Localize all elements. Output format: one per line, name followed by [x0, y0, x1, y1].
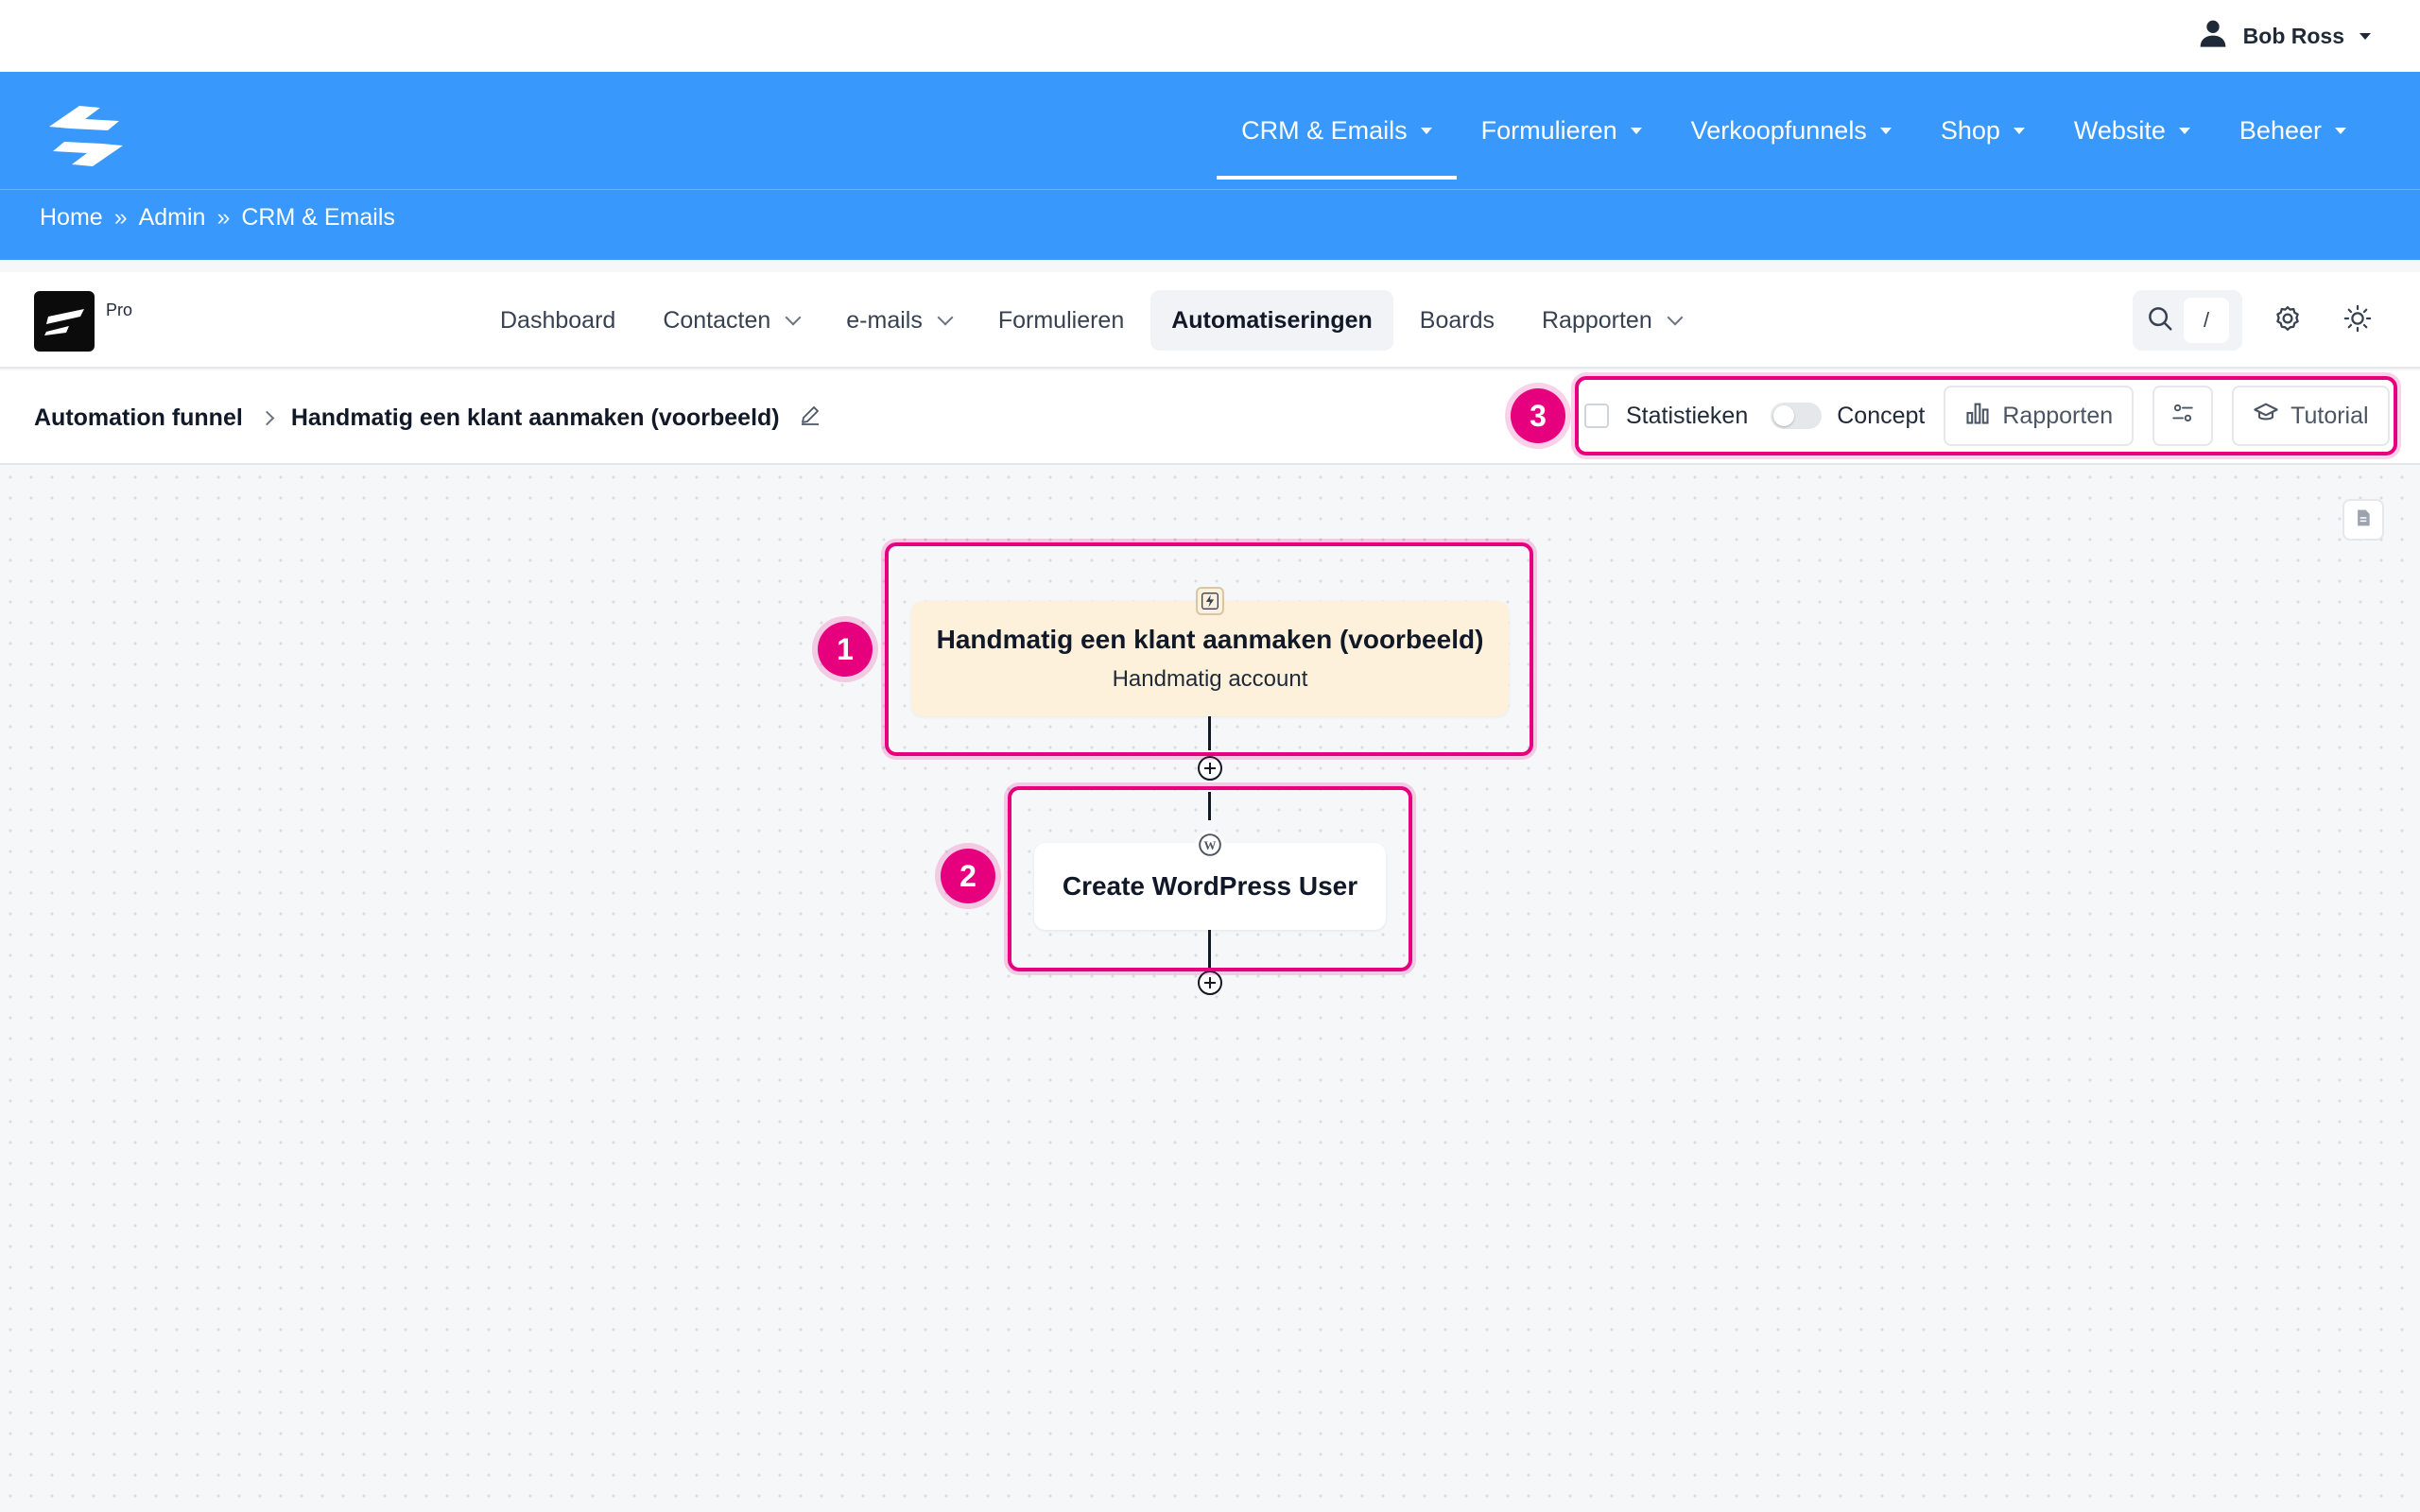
app-menu: Dashboard Contacten e-mails Formulieren … — [479, 289, 1702, 352]
add-step-button[interactable] — [1198, 971, 1222, 995]
main-nav-website[interactable]: Website — [2049, 72, 2215, 189]
action-title: Create WordPress User — [1062, 871, 1358, 901]
chevron-down-icon — [1667, 309, 1684, 326]
connector-line — [1208, 716, 1211, 750]
funnel-breadcrumb: Automation funnel Handmatig een klant aa… — [34, 399, 821, 437]
header-divider — [0, 189, 2420, 190]
tutorial-label: Tutorial — [2290, 402, 2369, 429]
sun-icon — [2343, 304, 2372, 337]
stats-checkbox-box[interactable] — [1584, 404, 1609, 428]
concept-label: Concept — [1837, 402, 1926, 429]
user-name: Bob Ross — [2242, 23, 2344, 48]
breadcrumb: Home » Admin » CRM & Emails — [40, 204, 395, 232]
chevron-down-icon — [1630, 127, 1642, 134]
add-step-button[interactable] — [1198, 756, 1222, 781]
annotation-badge-2: 2 — [941, 849, 995, 903]
tab-emails[interactable]: e-mails — [825, 290, 972, 351]
app-logo — [34, 291, 95, 352]
document-icon — [2354, 508, 2373, 532]
breadcrumb-separator: » — [113, 204, 128, 231]
bar-chart-icon — [1964, 400, 1991, 433]
main-nav: CRM & Emails Formulieren Verkoopfunnels … — [1217, 72, 2371, 189]
main-nav-formulieren[interactable]: Formulieren — [1457, 72, 1667, 189]
tab-contacten[interactable]: Contacten — [642, 290, 820, 351]
tutorial-button[interactable]: Tutorial — [2232, 386, 2390, 446]
breadcrumb-crm[interactable]: CRM & Emails — [241, 204, 395, 232]
chevron-down-icon — [2335, 127, 2346, 134]
tab-dashboard[interactable]: Dashboard — [479, 290, 636, 351]
trigger-subtitle: Handmatig account — [1112, 666, 1308, 692]
settings-button[interactable] — [2263, 296, 2312, 345]
stats-checkbox[interactable]: Statistieken — [1584, 403, 1748, 430]
graduation-cap-icon — [2253, 400, 2279, 433]
breadcrumb-home[interactable]: Home — [40, 204, 103, 232]
search-shortcut-key: / — [2184, 298, 2229, 343]
annotation-badge-3: 3 — [1511, 388, 1565, 443]
chevron-down-icon — [785, 309, 802, 326]
stats-label: Statistieken — [1626, 402, 1749, 429]
lightning-icon — [1196, 587, 1224, 615]
main-nav-beheer[interactable]: Beheer — [2215, 72, 2371, 189]
notes-button[interactable] — [2342, 499, 2384, 541]
tab-automatiseringen[interactable]: Automatiseringen — [1150, 290, 1393, 351]
app-nav: Pro Dashboard Contacten e-mails Formulie… — [0, 272, 2420, 369]
funnel-settings-button[interactable] — [2152, 386, 2214, 446]
theme-toggle-button[interactable] — [2333, 296, 2382, 345]
funnel-name: Handmatig een klant aanmaken (voorbeeld) — [290, 404, 780, 431]
funnel-actions: Statistieken Concept Rapporten Tutorial — [1584, 386, 2390, 446]
tab-rapporten[interactable]: Rapporten — [1521, 290, 1702, 351]
pencil-icon[interactable] — [799, 404, 821, 433]
reports-label: Rapporten — [2002, 402, 2114, 429]
chevron-down-icon — [2013, 127, 2025, 134]
chevron-right-icon — [259, 410, 275, 425]
main-nav-verkoopfunnels[interactable]: Verkoopfunnels — [1667, 72, 1916, 189]
trigger-node[interactable]: Handmatig een klant aanmaken (voorbeeld)… — [911, 601, 1509, 716]
main-nav-crm[interactable]: CRM & Emails — [1217, 72, 1457, 189]
connector-line — [1208, 930, 1211, 968]
site-logo[interactable] — [42, 98, 130, 174]
tab-boards[interactable]: Boards — [1399, 290, 1515, 351]
top-bar: Bob Ross — [0, 0, 2420, 72]
main-nav-shop[interactable]: Shop — [1916, 72, 2049, 189]
chevron-down-icon — [2178, 127, 2190, 134]
chevron-down-icon — [1420, 127, 1432, 134]
funnel-parent-link[interactable]: Automation funnel — [34, 404, 243, 432]
concept-toggle[interactable]: Concept — [1771, 403, 1925, 430]
breadcrumb-separator: » — [216, 204, 231, 231]
pro-badge: Pro — [106, 301, 133, 319]
annotation-badge-1: 1 — [818, 622, 873, 677]
breadcrumb-admin[interactable]: Admin — [139, 204, 206, 232]
app-tools: / — [2133, 289, 2382, 352]
concept-switch[interactable] — [1771, 403, 1823, 429]
chevron-down-icon — [1879, 127, 1892, 134]
chevron-down-icon — [2360, 32, 2371, 40]
connector-line — [1208, 792, 1211, 820]
search-icon — [2146, 304, 2174, 337]
reports-button[interactable]: Rapporten — [1944, 386, 2135, 446]
site-header: CRM & Emails Formulieren Verkoopfunnels … — [0, 72, 2420, 260]
search-button[interactable]: / — [2133, 290, 2242, 351]
sliders-icon — [2170, 401, 2195, 432]
gear-icon — [2273, 304, 2302, 337]
chevron-down-icon — [937, 309, 954, 326]
user-menu[interactable]: Bob Ross — [2198, 19, 2371, 53]
tab-formulieren[interactable]: Formulieren — [977, 290, 1145, 351]
svg-text:W: W — [1204, 838, 1217, 852]
user-icon — [2198, 18, 2228, 54]
trigger-title: Handmatig een klant aanmaken (voorbeeld) — [936, 625, 1484, 654]
wordpress-icon: W — [1196, 831, 1224, 859]
app-brand[interactable]: Pro — [34, 291, 132, 352]
